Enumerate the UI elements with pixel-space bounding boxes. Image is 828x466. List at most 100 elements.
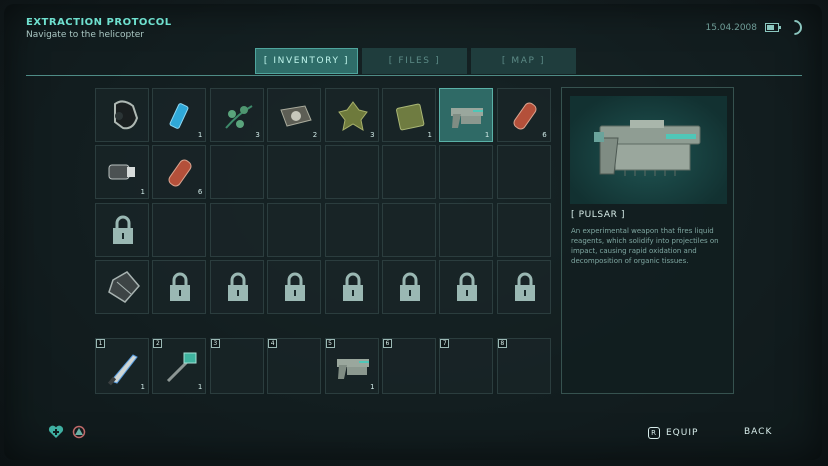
item-preview (570, 96, 727, 204)
health-heart-icon (48, 425, 64, 438)
toolkit-icon (280, 105, 312, 127)
tab-inventory[interactable]: [ INVENTORY ] (255, 48, 358, 74)
equip-label: EQUIP (666, 428, 699, 438)
item-count: 6 (542, 131, 547, 139)
item-count: 2 (312, 131, 318, 139)
slot-number: 6 (382, 339, 392, 348)
pulsar-preview-icon (594, 120, 701, 176)
locked-slot[interactable] (267, 260, 322, 315)
inventory-slot[interactable] (439, 202, 494, 257)
inventory-slot[interactable] (381, 202, 436, 257)
pulsar-pistol-icon (451, 108, 484, 128)
lock-icon (113, 215, 133, 244)
inventory-slot[interactable]: 6 (496, 88, 551, 142)
lock-icon (514, 272, 535, 302)
item-detail-panel: [ PULSAR ] An experimental weapon that f… (561, 87, 734, 394)
slot-number: 8 (497, 339, 507, 348)
status-bar: 15.04.2008 (705, 16, 806, 39)
inventory-slot[interactable] (209, 202, 264, 257)
signal-icon (783, 16, 806, 39)
lock-icon (170, 272, 191, 302)
item-count: 1 (484, 131, 490, 139)
inventory-slot[interactable]: 6 (152, 145, 207, 200)
locked-slot[interactable] (209, 260, 264, 315)
herb-bundle-icon (337, 101, 368, 132)
ammo-cartridge-icon (168, 159, 192, 187)
canister-icon (396, 103, 425, 131)
inventory-slot[interactable] (439, 145, 494, 200)
inventory-slot[interactable]: 2 (267, 88, 322, 142)
slot-number: 7 (440, 339, 450, 348)
quick-slot[interactable]: 51 (324, 338, 379, 394)
slot-number: 4 (268, 339, 278, 348)
quick-slot[interactable]: 7 (439, 338, 494, 394)
player-status (48, 425, 86, 439)
slot-number: 1 (96, 339, 105, 348)
locked-slot[interactable] (439, 260, 494, 315)
inventory-slot[interactable] (95, 88, 149, 142)
lighter-icon (169, 103, 189, 129)
locked-slot[interactable] (381, 260, 436, 315)
item-count: 1 (140, 383, 145, 391)
inventory-slot[interactable]: 3 (324, 88, 379, 142)
inventory-slot[interactable] (324, 145, 379, 200)
locked-slot[interactable] (324, 260, 379, 315)
inventory-slot[interactable]: 1 (95, 145, 149, 200)
inventory-slot[interactable] (209, 145, 264, 200)
slot-number: 3 (210, 339, 220, 348)
inventory-slot[interactable]: 1 (381, 88, 436, 142)
objective-title: EXTRACTION PROTOCOL (26, 17, 172, 28)
quick-slot[interactable]: 21 (152, 338, 207, 394)
tab-bar: [ INVENTORY ] [ FILES ] [ MAP ] (255, 48, 576, 74)
lock-icon (227, 272, 248, 302)
item-count: 1 (197, 383, 203, 391)
item-count: 1 (140, 188, 145, 197)
quick-slot[interactable]: 6 (381, 338, 436, 394)
quick-slot[interactable]: 4 (267, 338, 322, 394)
inventory-slot[interactable] (381, 145, 436, 200)
tab-files[interactable]: [ FILES ] (362, 48, 467, 74)
inventory-slot[interactable]: 1 (152, 88, 207, 142)
inventory-slot[interactable]: 1 (439, 88, 494, 142)
objective-subtitle: Navigate to the helicopter (26, 30, 144, 40)
inventory-grid: 132311616 (95, 88, 551, 315)
quick-slot[interactable]: 8 (496, 338, 551, 394)
inventory-slot[interactable] (152, 202, 207, 257)
equip-prompt[interactable]: R EQUIP (648, 427, 698, 439)
quick-slot[interactable]: 3 (209, 338, 264, 394)
r-key-icon: R (648, 427, 660, 439)
lock-icon (285, 272, 306, 302)
pulsar-pistol-icon (336, 359, 369, 379)
item-count: 3 (255, 131, 260, 139)
grabber-tool-icon (167, 352, 197, 383)
item-description: An experimental weapon that fires liquid… (571, 227, 719, 265)
inventory-slot[interactable] (95, 260, 149, 315)
inventory-slot[interactable] (496, 145, 551, 200)
quick-slot[interactable]: 11 (95, 338, 149, 394)
date-label: 15.04.2008 (705, 22, 757, 33)
item-count: 6 (197, 188, 203, 197)
lock-icon (342, 272, 363, 302)
ammo-cartridge-icon (513, 102, 537, 130)
locked-slot[interactable] (95, 202, 149, 257)
inventory-slot[interactable] (324, 202, 379, 257)
lock-icon (457, 272, 478, 302)
item-count: 1 (197, 131, 203, 139)
inventory-slot[interactable]: 3 (209, 88, 264, 142)
battery-icon (765, 23, 781, 32)
locked-slot[interactable] (496, 260, 551, 315)
inventory-slot[interactable] (267, 202, 322, 257)
quick-slots-bar: 11213451678 (95, 338, 551, 394)
lock-icon (399, 272, 420, 302)
item-count: 3 (370, 131, 375, 139)
header-divider (26, 75, 802, 76)
tab-map[interactable]: [ MAP ] (471, 48, 576, 74)
hazard-status-icon (72, 425, 86, 439)
back-label: BACK (744, 427, 773, 437)
locked-slot[interactable] (152, 260, 207, 315)
back-prompt[interactable]: BACK (744, 427, 772, 437)
objective-panel: EXTRACTION PROTOCOL Navigate to the heli… (26, 17, 172, 40)
inventory-slot[interactable] (267, 145, 322, 200)
slot-number: 2 (153, 339, 163, 348)
inventory-slot[interactable] (496, 202, 551, 257)
